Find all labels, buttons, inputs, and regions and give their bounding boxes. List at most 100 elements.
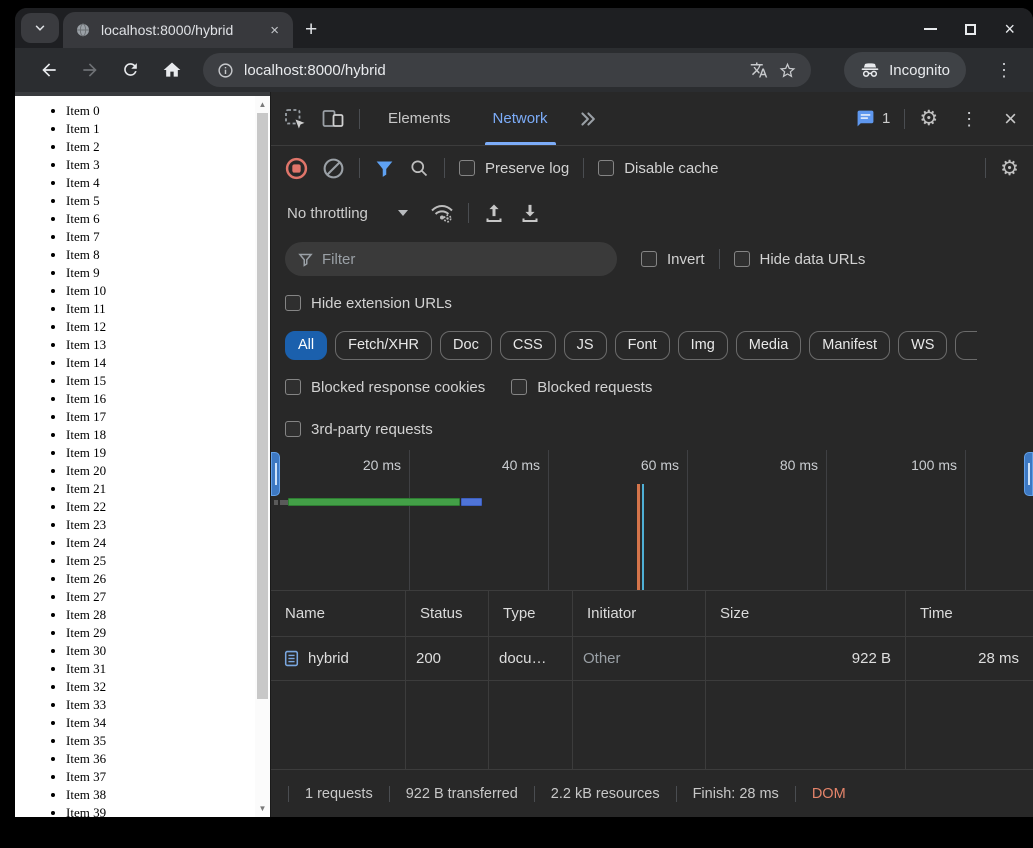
maximize-icon[interactable] [965,23,977,35]
list-item: Item 14 [66,354,270,372]
issues-bubble-icon [856,109,875,128]
list-item: Item 23 [66,516,270,534]
throttling-toolbar: No throttling [271,190,1033,236]
device-toolbar-icon[interactable] [321,107,345,131]
column-header[interactable]: Size [706,591,906,636]
list-item: Item 9 [66,264,270,282]
tab-search-button[interactable] [21,13,59,43]
preserve-log-checkbox[interactable]: Preserve log [459,160,569,177]
list-item: Item 18 [66,426,270,444]
url-text: localhost:8000/hybrid [244,61,386,79]
bookmark-star-icon[interactable] [778,61,797,80]
scrollbar-up-icon[interactable]: ▲ [255,96,270,113]
tab-elements[interactable]: Elements [374,92,465,145]
network-overview-timeline[interactable]: 20 ms 40 ms 60 ms 80 ms 100 ms [271,450,1033,591]
tab-close-icon[interactable]: × [266,21,283,40]
list-item: Item 24 [66,534,270,552]
filter-type-pill[interactable]: Doc [440,330,492,360]
search-icon[interactable] [409,158,430,179]
inspect-icon[interactable] [283,107,307,131]
request-row[interactable]: hybrid 200 docu… Other 922 B 28 ms [271,637,1033,681]
checkbox-icon[interactable] [285,295,301,311]
checkbox-icon[interactable] [459,160,475,176]
timeline-right-handle[interactable] [1024,452,1033,496]
column-header[interactable]: Name [271,591,406,636]
blocked-filters-row: Blocked response cookies Blocked request… [271,366,1033,408]
filter-funnel-icon[interactable] [374,158,395,179]
globe-favicon-icon [75,22,91,38]
blocked-requests-checkbox[interactable]: Blocked requests [511,379,652,396]
scrollbar-thumb[interactable] [257,113,268,699]
filter-input[interactable] [322,250,562,268]
url-field[interactable]: localhost:8000/hybrid [203,53,812,87]
checkbox-icon[interactable] [285,379,301,395]
checkbox-icon[interactable] [285,421,301,437]
list-item: Item 27 [66,588,270,606]
more-tabs-icon[interactable] [576,108,598,130]
scrollbar-down-icon[interactable]: ▼ [255,800,270,817]
hide-extension-row: Hide extension URLs [271,282,1033,324]
reload-icon[interactable] [121,60,141,80]
devtools-settings-gear-icon[interactable]: ⚙ [919,108,938,129]
list-item: Item 1 [66,120,270,138]
third-party-requests-checkbox[interactable]: 3rd-party requests [285,421,433,438]
filter-type-pill[interactable]: All [285,330,328,360]
request-name-cell[interactable]: hybrid [271,637,406,680]
checkbox-icon[interactable] [511,379,528,395]
column-header[interactable]: Status [406,591,489,636]
list-item: Item 3 [66,156,270,174]
browser-menu-kebab-icon[interactable]: ⋮ [987,61,1021,79]
filter-type-pill[interactable]: WS [898,330,948,360]
filter-type-pill[interactable]: CSS [499,330,556,360]
invert-checkbox[interactable]: Invert [641,251,705,268]
network-settings-gear-icon[interactable]: ⚙ [1000,158,1019,179]
hide-data-urls-checkbox[interactable]: Hide data URLs [733,251,865,268]
back-icon[interactable] [39,60,59,80]
minimize-icon[interactable] [924,28,938,30]
list-item: Item 26 [66,570,270,588]
item-list: Item 0Item 1Item 2Item 3Item 4Item 5Item… [15,96,270,817]
import-har-icon[interactable] [483,202,505,224]
translate-icon[interactable] [750,61,768,79]
chevron-down-icon [33,21,47,35]
info-icon[interactable] [217,62,234,79]
checkbox-icon[interactable] [733,251,750,267]
filter-input-wrap[interactable] [285,242,617,276]
filter-type-pill[interactable]: Img [677,330,728,360]
filter-type-pill[interactable]: JS [563,330,607,360]
column-header[interactable]: Initiator [573,591,706,636]
column-header[interactable]: Type [489,591,573,636]
window-close-icon[interactable]: × [1004,20,1015,38]
divider [444,158,445,178]
throttling-dropdown[interactable]: No throttling [285,205,408,222]
checkbox-icon[interactable] [641,251,657,267]
disable-cache-checkbox[interactable]: Disable cache [598,160,718,177]
forward-icon[interactable] [80,60,100,80]
devtools-close-icon[interactable]: × [1000,107,1021,130]
request-initiator-cell[interactable]: Other [573,637,706,680]
checkbox-icon[interactable] [598,160,615,176]
column-header[interactable]: Time [906,591,1033,636]
filter-type-pill-partial[interactable] [955,330,978,360]
filter-type-pill[interactable]: Media [735,330,802,360]
export-har-icon[interactable] [519,202,541,224]
clear-icon[interactable] [322,157,345,180]
issues-indicator[interactable]: 1 [856,109,890,128]
filter-type-pill[interactable]: Font [614,330,670,360]
filter-type-pill[interactable]: Fetch/XHR [335,330,433,360]
record-icon[interactable] [285,157,308,180]
devtools-menu-kebab-icon[interactable]: ⋮ [952,110,986,128]
timeline-left-handle[interactable] [271,452,280,496]
new-tab-button[interactable]: + [305,19,317,40]
list-item: Item 36 [66,750,270,768]
tab-network[interactable]: Network [479,92,562,145]
browser-tab[interactable]: localhost:8000/hybrid × [63,12,293,48]
network-conditions-icon[interactable] [430,201,454,225]
page-scrollbar[interactable]: ▲ ▼ [255,96,270,817]
divider [904,108,906,129]
home-icon[interactable] [162,60,182,80]
tab-network-label: Network [492,110,548,127]
filter-type-pill[interactable]: Manifest [809,330,891,360]
blocked-response-cookies-checkbox[interactable]: Blocked response cookies [285,379,485,396]
hide-extension-urls-checkbox[interactable]: Hide extension URLs [285,295,452,312]
